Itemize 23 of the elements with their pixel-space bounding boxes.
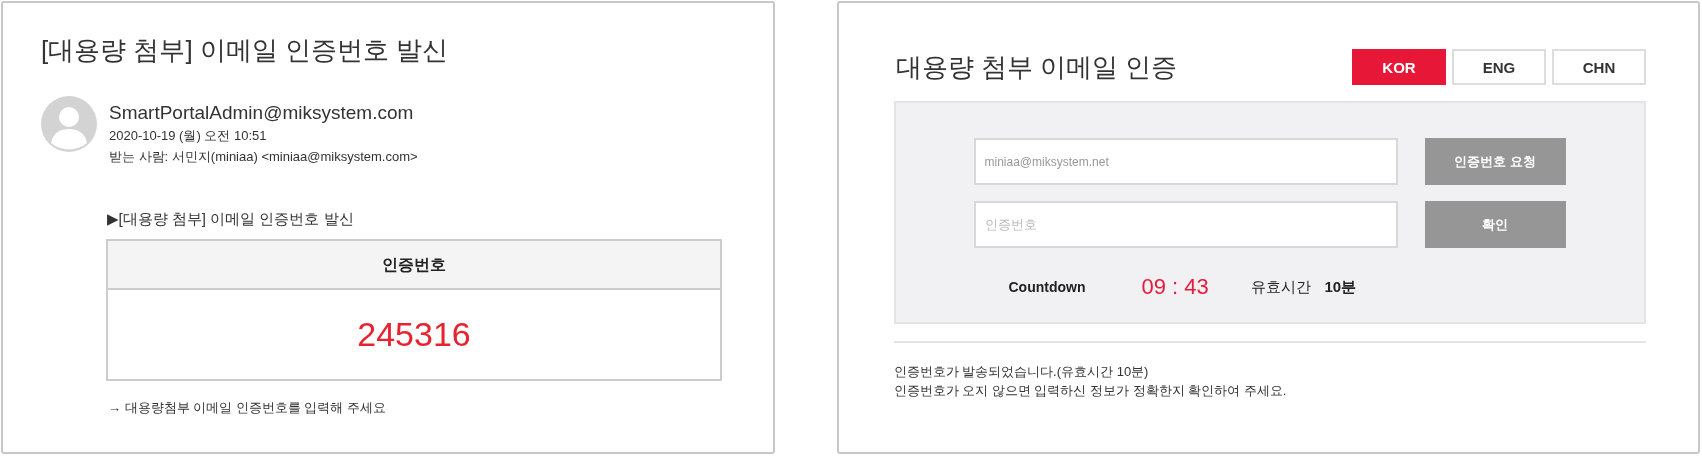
language-tab[interactable]: CHN <box>1552 49 1646 85</box>
countdown-timer: 09 : 43 <box>1141 274 1210 300</box>
sender-address: SmartPortalAdmin@miksystem.com <box>109 102 415 124</box>
email-date: 2020-10-19 (월) 오전 10:51 <box>109 127 268 145</box>
body-heading: ▶[대용량 첨부] 이메일 인증번호 발신 <box>107 210 355 229</box>
email-subject: [대용량 첨부] 이메일 인증번호 발신 <box>41 34 450 67</box>
countdown-label: Countdown <box>1008 279 1087 295</box>
email-field[interactable]: miniaa@miksystem.net <box>973 138 1398 185</box>
validity-label: 유효시간 <box>1250 277 1311 297</box>
notice-text: 인증번호가 발송되었습니다.(유효시간 10분) <box>893 363 1150 381</box>
instruction-text: → 대용량첨부 이메일 인증번호를 입력해 주세요 <box>108 399 388 417</box>
request-code-button[interactable]: 인증번호 요청 <box>1424 138 1566 185</box>
avatar-icon <box>41 96 97 152</box>
language-tab[interactable]: ENG <box>1452 49 1546 85</box>
code-field[interactable]: 인증번호 <box>973 201 1398 248</box>
language-tab[interactable]: KOR <box>1352 49 1446 85</box>
notice-text: 인증번호가 오지 않으면 입력하신 정보가 정확한지 확인하여 주세요. <box>893 382 1288 400</box>
page-title: 대용량 첨부 이메일 인증 <box>894 50 1178 84</box>
verification-code: 245316 <box>356 314 472 355</box>
table-header: 인증번호 <box>108 241 720 290</box>
validity-value: 10분 <box>1324 277 1357 297</box>
email-recipient: 받는 사람: 서민지(miniaa) <miniaa@miksystem.com> <box>109 148 418 166</box>
confirm-button[interactable]: 확인 <box>1424 201 1566 248</box>
